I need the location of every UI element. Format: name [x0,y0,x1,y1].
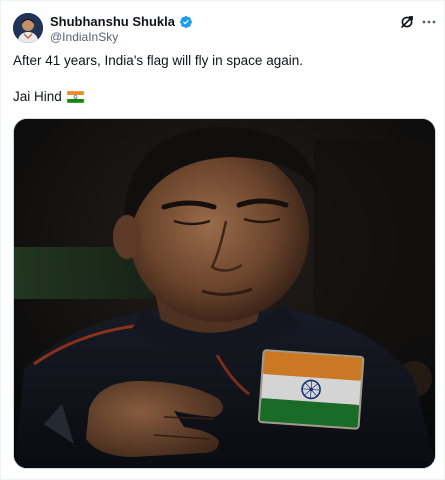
verified-badge-icon [179,15,192,28]
tweet-photo[interactable] [13,118,436,469]
author-handle[interactable]: @IndiaInSky [50,30,118,44]
tweet-text-jai-hind: Jai Hind [13,89,62,104]
astronaut-photo [14,119,435,468]
author-display-name[interactable]: Shubhanshu Shukla [50,14,175,29]
india-flag-emoji-icon [66,90,84,103]
grok-icon[interactable] [399,14,415,30]
tweet-text-line-2: Jai Hind [13,89,84,104]
tweet-card[interactable]: Shubhanshu Shukla @IndiaInSky After 41 y… [0,0,445,480]
more-options-icon[interactable] [421,14,437,30]
tweet-text-line: After 41 years, India's flag will fly in… [13,53,303,68]
author-name-row[interactable]: Shubhanshu Shukla [50,13,193,30]
avatar[interactable] [13,13,43,43]
